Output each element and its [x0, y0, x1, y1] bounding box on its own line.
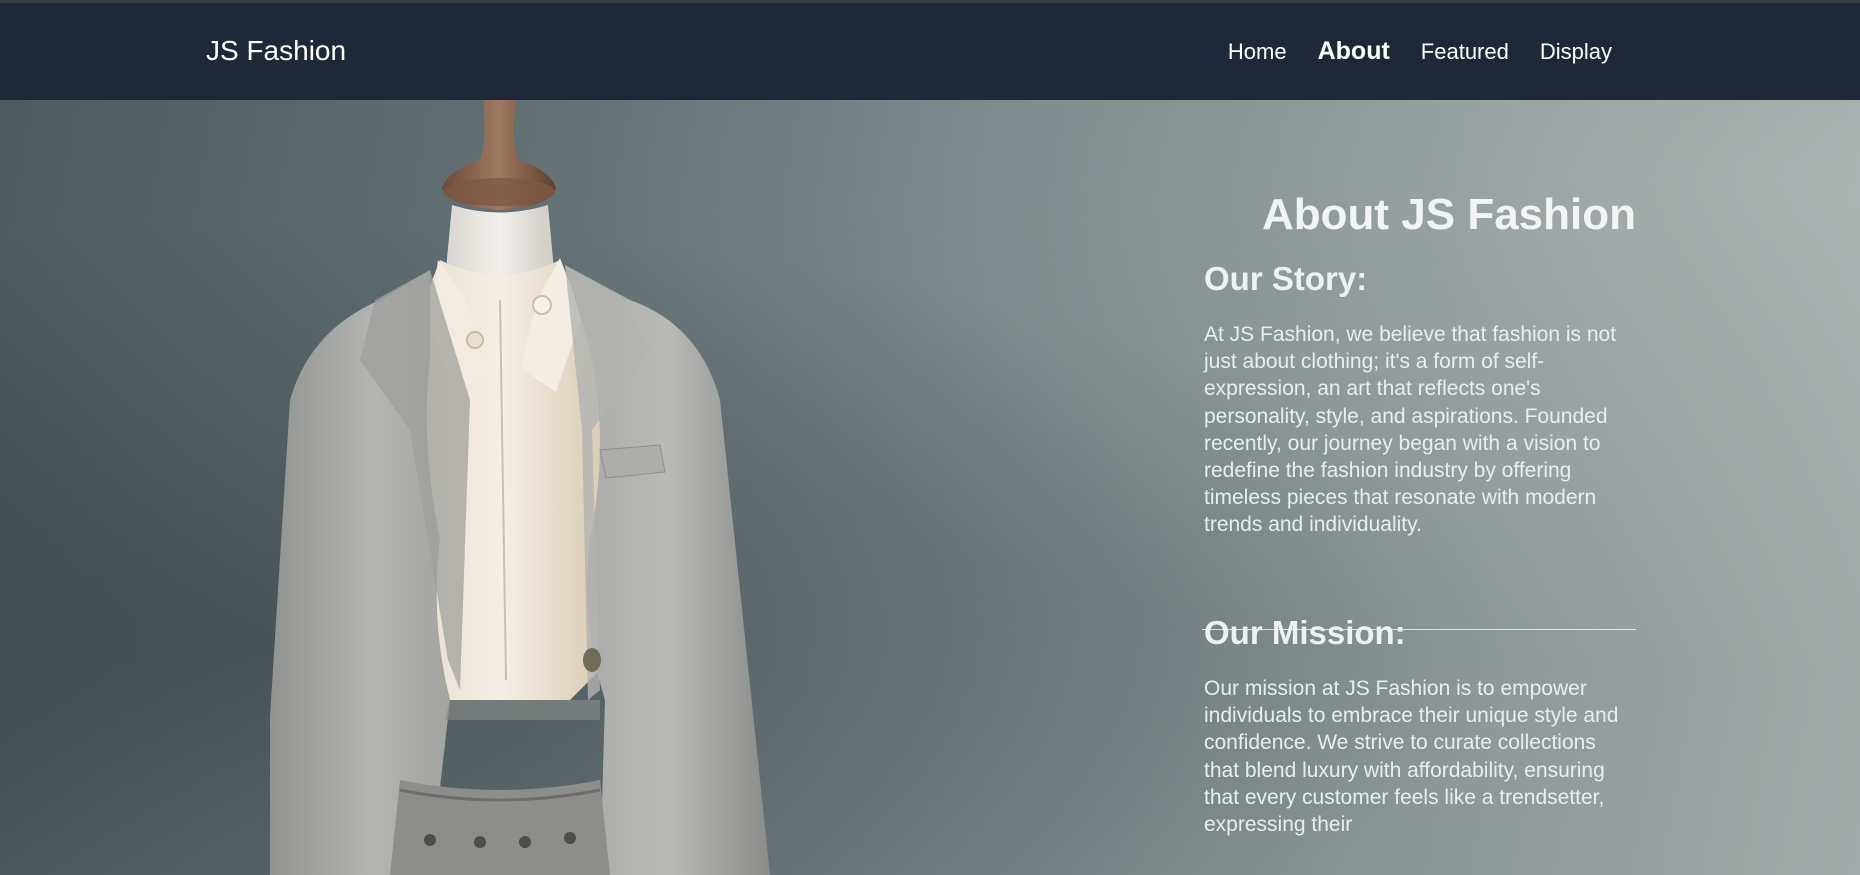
- mission-text: Our mission at JS Fashion is to empower …: [1204, 677, 1619, 837]
- navbar: JS Fashion Home About Featured Display: [0, 3, 1860, 100]
- mission-heading: Our Mission:: [1204, 614, 1406, 651]
- story-heading: Our Story:: [1204, 260, 1368, 297]
- mannequin-jacket-image: [270, 100, 770, 875]
- nav-links: Home About Featured Display: [1228, 3, 1612, 100]
- story-text: At JS Fashion, we believe that fashion i…: [1204, 323, 1617, 537]
- brand-logo-link[interactable]: JS Fashion: [206, 35, 346, 67]
- nav-link-featured[interactable]: Featured: [1421, 39, 1509, 65]
- about-title: About JS Fashion: [1262, 190, 1636, 239]
- nav-link-display[interactable]: Display: [1540, 39, 1612, 65]
- nav-link-home[interactable]: Home: [1228, 39, 1287, 65]
- nav-link-about[interactable]: About: [1318, 37, 1390, 66]
